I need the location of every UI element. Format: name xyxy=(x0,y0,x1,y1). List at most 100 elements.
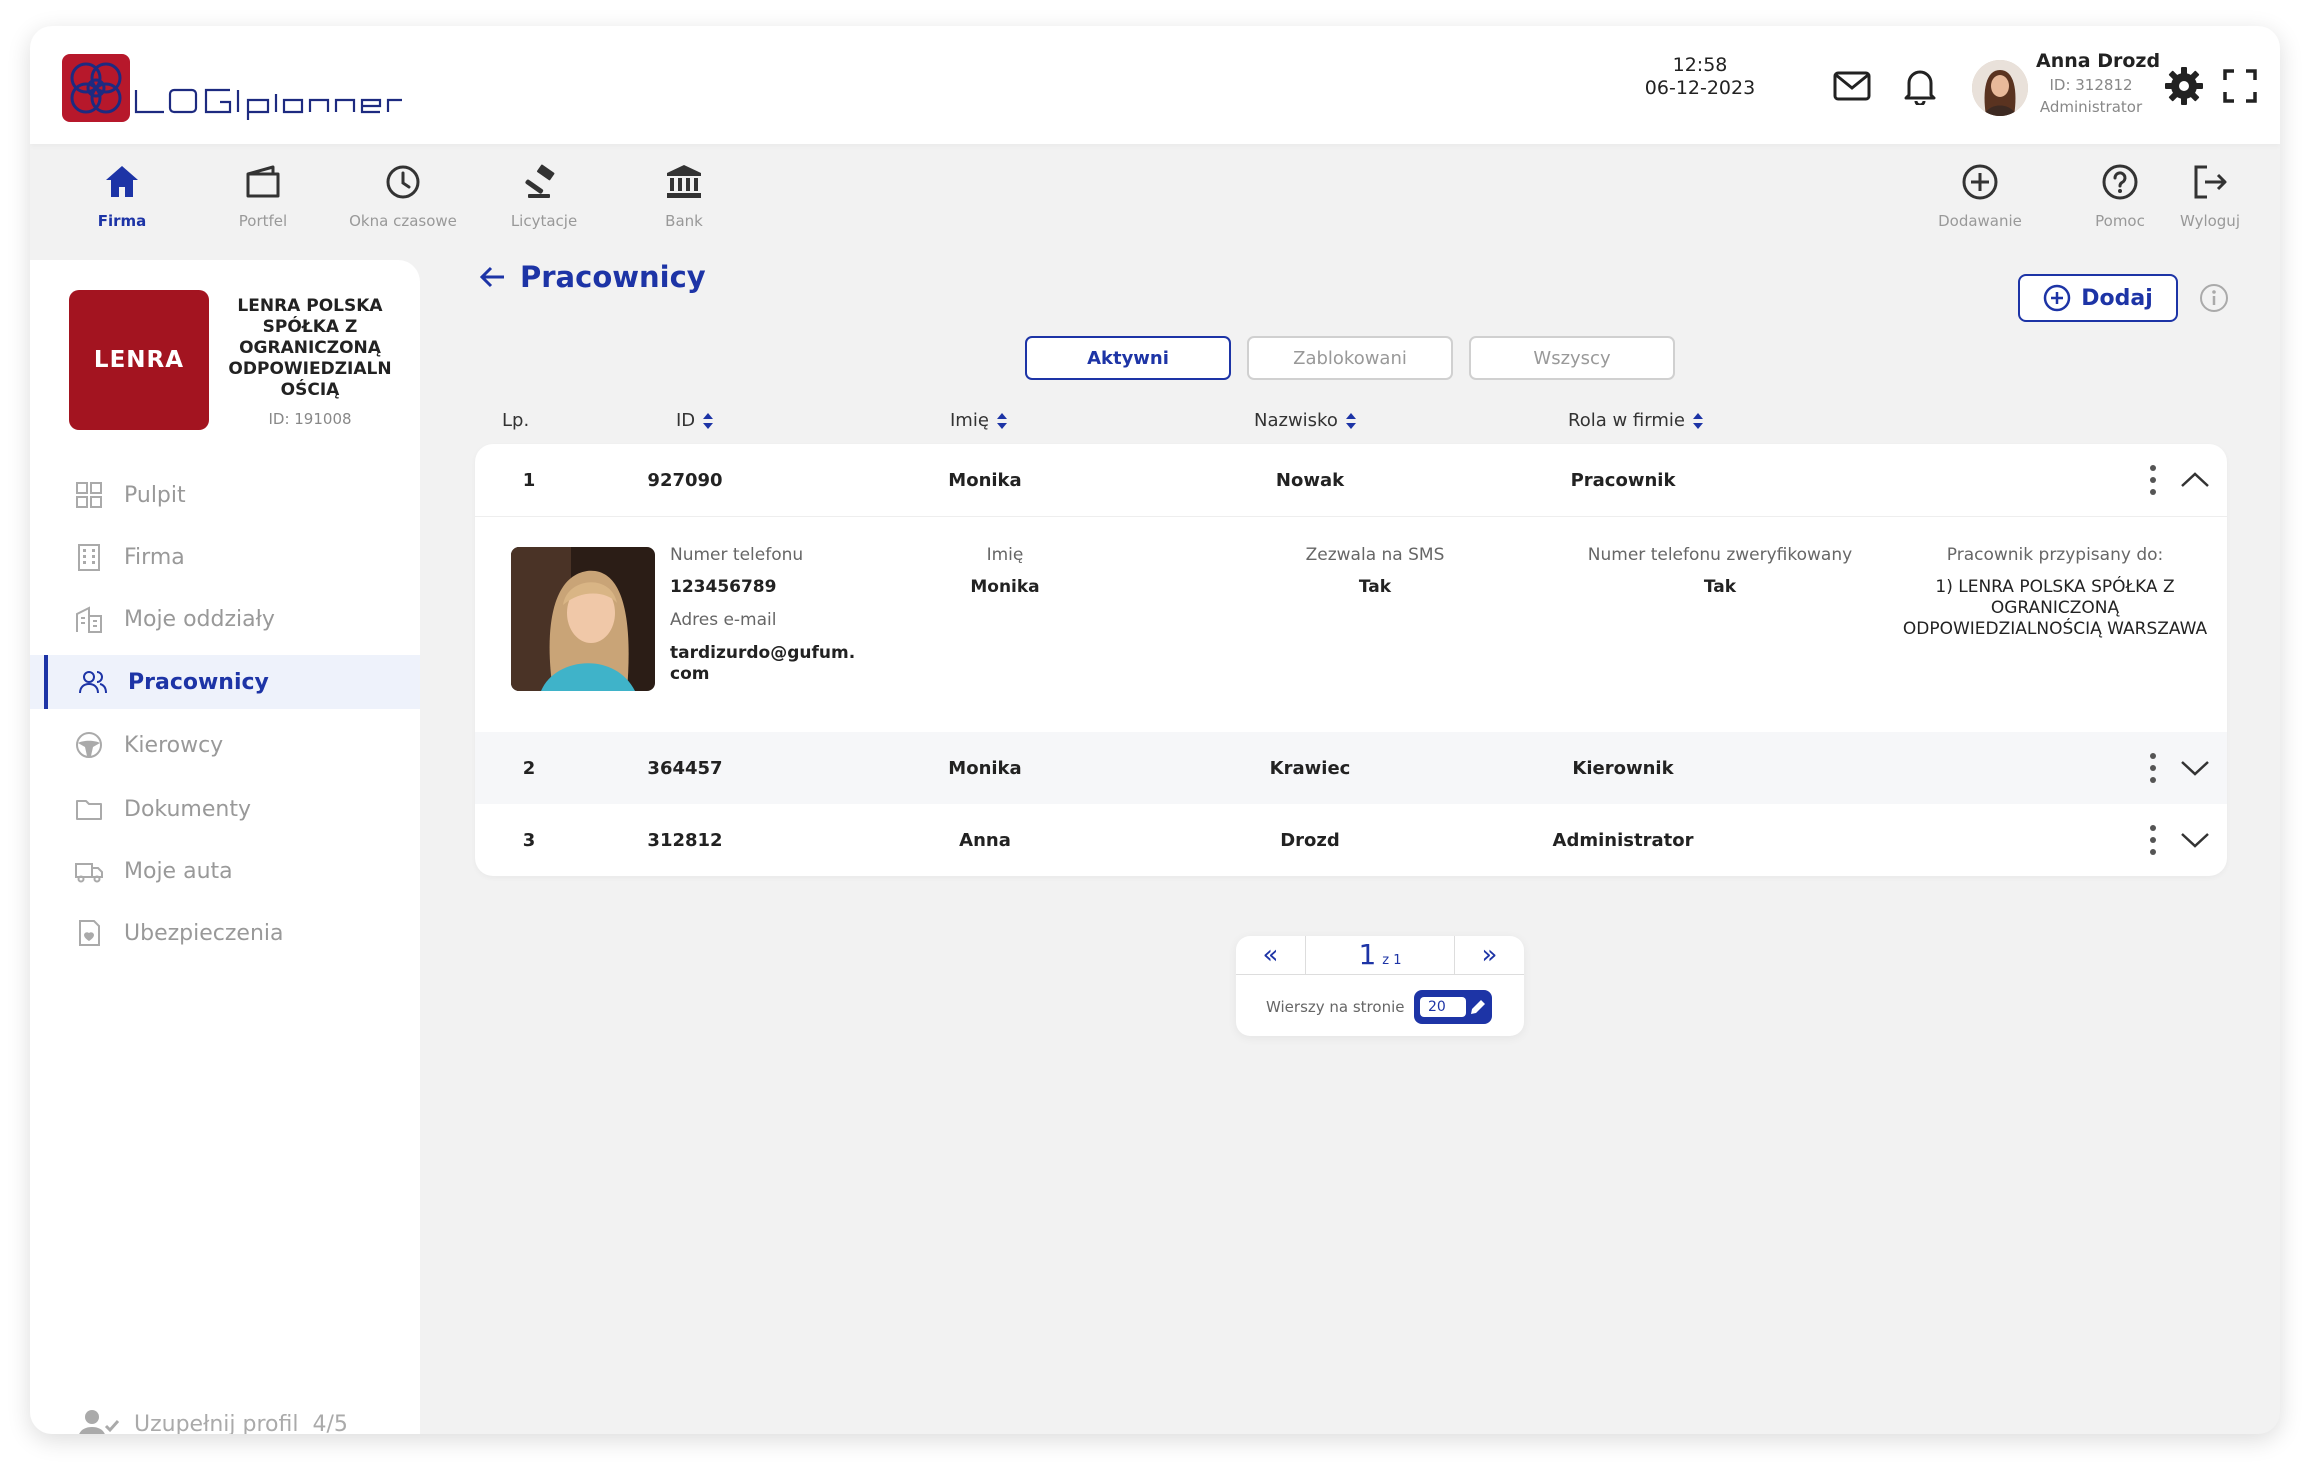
sidebar-item-label: Ubezpieczenia xyxy=(124,920,284,946)
filter-aktywni[interactable]: Aktywni xyxy=(1025,336,1231,380)
nav-dodawanie[interactable]: Dodawanie xyxy=(1910,162,2050,252)
prev-page-button[interactable]: « xyxy=(1236,936,1306,974)
nav-wyloguj[interactable]: Wyloguj xyxy=(2140,162,2280,252)
col-header-rola[interactable]: Rola w firmie xyxy=(1568,410,1703,431)
back-arrow-icon[interactable] xyxy=(478,263,506,291)
pagination-divider xyxy=(1236,974,1524,975)
gear-icon[interactable] xyxy=(2164,66,2204,106)
grid-icon xyxy=(76,482,102,508)
chevron-down-icon[interactable] xyxy=(2179,824,2211,856)
company-name: LENRA POLSKA SPÓŁKA Z OGRANICZONĄ ODPOWI… xyxy=(228,296,392,400)
cell-last-name: Krawiec xyxy=(1269,757,1351,779)
phone-value: 123456789 xyxy=(670,577,777,597)
sidebar-item-dokumenty[interactable]: Dokumenty xyxy=(30,782,420,836)
nav-bank[interactable]: Bank xyxy=(614,162,754,252)
filter-wszyscy[interactable]: Wszyscy xyxy=(1469,336,1675,380)
user-avatar[interactable] xyxy=(1972,60,2028,116)
nav-firma[interactable]: Firma xyxy=(52,162,192,252)
pencil-icon[interactable] xyxy=(1468,997,1488,1017)
page-title-text: Pracownicy xyxy=(520,260,706,294)
user-id: ID: 312812 xyxy=(2049,76,2133,94)
complete-profile-link[interactable]: Uzupełnij profil 4/5 xyxy=(78,1404,348,1434)
sidebar-item-label: Moje auta xyxy=(124,858,233,884)
sidebar-item-moje-oddzialy[interactable]: Moje oddziały xyxy=(30,592,420,646)
app-window: 12:58 06-12-2023 Anna Drozd ID: 312812 A… xyxy=(30,26,2280,1434)
col-header-label: ID xyxy=(676,410,696,431)
rows-per-page-input[interactable]: 20 xyxy=(1420,997,1466,1017)
sidebar: LENRA LENRA POLSKA SPÓŁKA Z OGRANICZONĄ … xyxy=(30,260,420,1434)
sort-icon[interactable] xyxy=(1692,412,1703,429)
sidebar-item-ubezpieczenia[interactable]: Ubezpieczenia xyxy=(30,906,420,960)
col-header-nazwisko[interactable]: Nazwisko xyxy=(1254,410,1356,431)
sort-icon[interactable] xyxy=(703,412,714,429)
col-header-label: Rola w firmie xyxy=(1568,410,1685,431)
sort-icon[interactable] xyxy=(996,412,1007,429)
more-options-icon[interactable] xyxy=(2147,825,2159,855)
gavel-icon xyxy=(525,164,555,198)
mail-icon[interactable] xyxy=(1832,66,1872,106)
user-check-icon xyxy=(79,1410,120,1434)
user-name: Anna Drozd xyxy=(2036,50,2161,72)
cell-last-name: Drozd xyxy=(1280,829,1340,851)
wallet-icon xyxy=(246,165,280,198)
truck-icon xyxy=(75,863,103,883)
nav-label: Licytacje xyxy=(510,212,578,230)
plus-circle-icon xyxy=(1962,164,1998,200)
clock-date: 06-12-2023 xyxy=(1644,77,1756,99)
page-title: Pracownicy xyxy=(478,260,706,294)
sort-icon[interactable] xyxy=(1345,412,1356,429)
assigned-value: 1) LENRA POLSKA SPÓŁKA Z OGRANICZONĄ ODP… xyxy=(1902,577,2208,639)
cell-first-name: Anna xyxy=(959,829,1011,851)
insurance-icon xyxy=(79,920,100,946)
cell-last-name: Nowak xyxy=(1275,469,1345,491)
rows-per-page-control[interactable]: 20 xyxy=(1414,990,1492,1024)
col-header-id[interactable]: ID xyxy=(676,410,714,431)
bell-icon[interactable] xyxy=(1900,66,1940,106)
email-value-line1: tardizurdo@gufum. xyxy=(670,643,856,663)
col-header-label: Lp. xyxy=(502,410,530,431)
col-header-imie[interactable]: Imię xyxy=(950,410,1007,431)
cell-role: Administrator xyxy=(1552,829,1694,851)
add-employee-button[interactable]: Dodaj xyxy=(2018,274,2178,322)
complete-profile-label: Uzupełnij profil xyxy=(134,1411,299,1435)
cell-lp: 2 xyxy=(522,757,536,779)
nav-label: Dodawanie xyxy=(1938,212,2022,230)
chevron-down-icon[interactable] xyxy=(2179,752,2211,784)
sidebar-item-kierowcy[interactable]: Kierowcy xyxy=(30,718,420,772)
chevron-up-icon[interactable] xyxy=(2179,464,2211,496)
top-bar: 12:58 06-12-2023 Anna Drozd ID: 312812 A… xyxy=(30,26,2280,144)
sidebar-item-label: Firma xyxy=(124,544,185,570)
sidebar-item-moje-auta[interactable]: Moje auta xyxy=(30,844,420,898)
next-page-button[interactable]: » xyxy=(1454,936,1524,974)
branches-icon xyxy=(76,606,102,633)
filter-zablokowani[interactable]: Zablokowani xyxy=(1247,336,1453,380)
col-header-label: Imię xyxy=(950,410,989,431)
first-name-label: Imię xyxy=(986,545,1024,565)
sidebar-item-firma[interactable]: Firma xyxy=(30,530,420,584)
nav-okna-czasowe[interactable]: Okna czasowe xyxy=(333,162,473,252)
sidebar-item-label: Kierowcy xyxy=(124,732,224,758)
cell-first-name: Monika xyxy=(948,757,1022,779)
sidebar-item-pracownicy[interactable]: Pracownicy xyxy=(30,655,420,709)
table-row[interactable]: 2 364457 Monika Krawiec Kierownik xyxy=(475,732,2227,804)
cell-lp: 1 xyxy=(522,469,536,491)
current-page-number: 1 xyxy=(1358,938,1377,971)
sidebar-item-pulpit[interactable]: Pulpit xyxy=(30,468,420,522)
fullscreen-icon[interactable] xyxy=(2220,66,2260,106)
nav-portfel[interactable]: Portfel xyxy=(193,162,333,252)
rows-per-page-label: Wierszy na stronie xyxy=(1266,998,1405,1016)
cell-role: Kierownik xyxy=(1572,757,1674,779)
info-icon[interactable] xyxy=(2198,282,2230,314)
cell-id: 927090 xyxy=(647,469,723,491)
clock-icon xyxy=(386,165,420,199)
bank-icon xyxy=(667,165,701,198)
clock: 12:58 06-12-2023 xyxy=(1610,54,1790,100)
more-options-icon[interactable] xyxy=(2147,465,2159,495)
cell-lp: 3 xyxy=(522,829,536,851)
logplanner-logo[interactable] xyxy=(62,50,422,126)
table-row[interactable]: 3 312812 Anna Drozd Administrator xyxy=(475,804,2227,876)
table-row[interactable]: 1 927090 Monika Nowak Pracownik xyxy=(475,444,2227,516)
nav-label: Firma xyxy=(97,212,147,230)
more-options-icon[interactable] xyxy=(2147,753,2159,783)
nav-licytacje[interactable]: Licytacje xyxy=(474,162,614,252)
